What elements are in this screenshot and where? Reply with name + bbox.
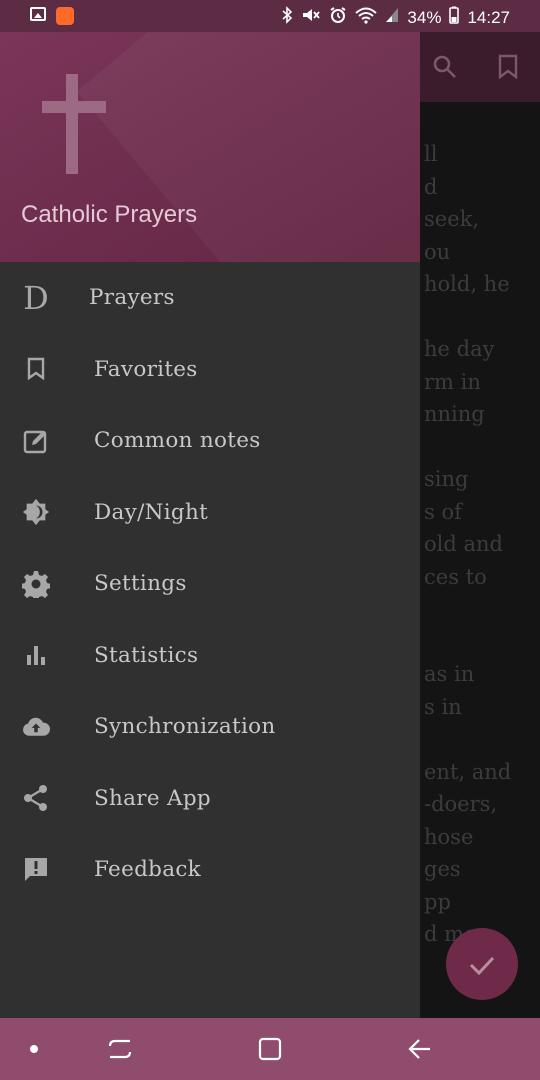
background-text-line: rm in (424, 369, 481, 394)
background-text-line (424, 723, 540, 756)
brightness-icon (22, 498, 50, 526)
background-text-line: hold, he (424, 272, 510, 296)
wifi-icon (355, 6, 378, 29)
menu-item-label: Common notes (94, 428, 261, 454)
edit-note-icon (22, 427, 50, 455)
prayers-d-icon: D (23, 278, 49, 317)
menu-item-settings[interactable]: Settings (0, 548, 420, 620)
background-text-line: ges (424, 857, 461, 881)
back-button[interactable] (398, 1018, 442, 1080)
check-fab-button[interactable] (446, 928, 518, 1000)
battery-percent: 34% (407, 7, 442, 27)
bar-chart-icon (22, 641, 50, 669)
app-title: Catholic Prayers (21, 201, 198, 228)
menu-item-label: Feedback (94, 857, 202, 883)
menu-item-label: Share App (94, 785, 211, 811)
menu-item-label: Prayers (89, 285, 175, 311)
menu-item-label: Statistics (94, 642, 199, 668)
background-text-line: hose (424, 824, 474, 849)
background-text-line: ll (424, 142, 438, 166)
background-text-line: ou (424, 239, 451, 264)
background-text-line: d (424, 174, 438, 199)
background-text-line (424, 301, 540, 334)
menu-item-common-notes[interactable]: Common notes (0, 405, 420, 477)
menu-item-favorites[interactable]: Favorites (0, 334, 420, 406)
navigation-drawer: Catholic Prayers D Prayers Favorites Com… (0, 32, 420, 1018)
background-prayer-text: ll d seek, ou hold, he he day rm in nning sing s … (424, 138, 540, 951)
share-icon (22, 784, 50, 812)
menu-item-prayers[interactable]: D Prayers (0, 262, 420, 334)
menu-item-label: Day/Night (94, 499, 209, 525)
menu-item-share-app[interactable]: Share App (0, 763, 420, 835)
background-text-line: as in (424, 662, 475, 686)
background-text-line: he day (424, 337, 495, 361)
signal-icon (385, 6, 399, 29)
background-text-line (424, 626, 540, 659)
home-button[interactable] (248, 1018, 292, 1080)
background-text-line: old and (424, 532, 503, 556)
background-text-line (424, 593, 540, 626)
cloud-upload-icon (22, 713, 50, 741)
menu-item-synchronization[interactable]: Synchronization (0, 691, 420, 763)
back-arrow-icon (408, 1039, 430, 1059)
menu-item-day-night[interactable]: Day/Night (0, 477, 420, 549)
background-text-line: pp (424, 889, 451, 914)
recents-icon (108, 1039, 132, 1059)
bookmark-icon[interactable] (497, 54, 519, 86)
menu-item-label: Favorites (94, 356, 198, 382)
background-text-line: s of (424, 499, 462, 524)
bluetooth-icon (281, 6, 293, 29)
search-icon[interactable] (432, 54, 458, 86)
recents-button[interactable] (98, 1018, 142, 1080)
background-text-line (424, 431, 540, 464)
drawer-menu: D Prayers Favorites Common notes Day/Nig… (0, 262, 420, 906)
background-text-line: s in (424, 694, 462, 719)
menu-item-feedback[interactable]: Feedback (0, 834, 420, 906)
clock: 14:27 (467, 7, 510, 27)
feedback-icon (22, 856, 50, 884)
alarm-icon (329, 6, 347, 29)
system-nav-bar (0, 1018, 540, 1080)
gear-icon (22, 570, 50, 598)
background-text-line: sing (424, 467, 469, 491)
menu-item-label: Synchronization (94, 714, 276, 740)
dot-button[interactable] (14, 1018, 54, 1080)
background-text-line: nning (424, 402, 485, 426)
background-text-line: seek, (424, 207, 480, 231)
home-icon (258, 1037, 282, 1061)
background-text-line: ces to (424, 564, 487, 589)
menu-item-statistics[interactable]: Statistics (0, 620, 420, 692)
status-bar: 34% 14:27 (0, 0, 540, 32)
bookmark-icon (22, 355, 50, 383)
gallery-icon (30, 7, 46, 21)
background-text-line: ent, and (424, 759, 512, 784)
drawer-header: Catholic Prayers (0, 32, 420, 262)
app-notification-icon (56, 7, 74, 25)
background-text-line: -doers, (424, 792, 498, 816)
battery-icon (449, 6, 460, 29)
mute-icon (301, 6, 321, 29)
check-icon (469, 956, 495, 975)
menu-item-label: Settings (94, 571, 187, 597)
